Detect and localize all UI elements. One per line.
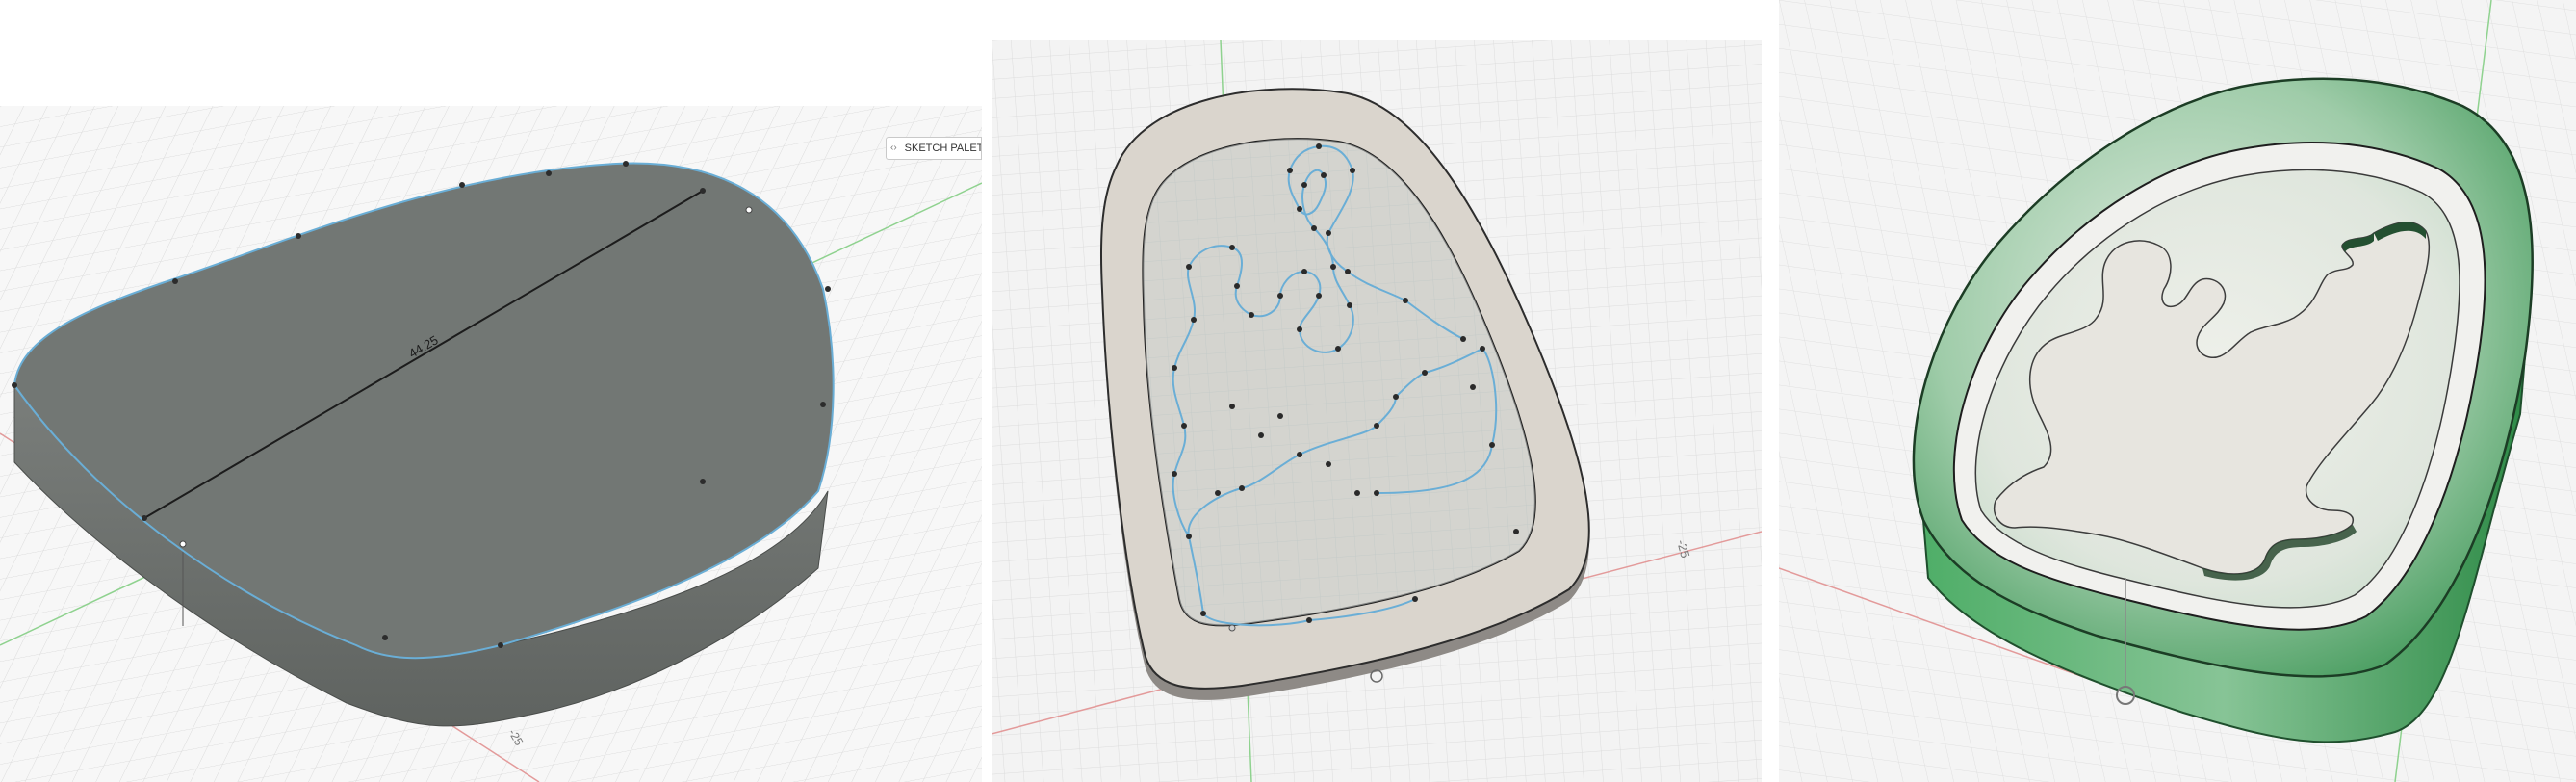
viewport-rendered-mold[interactable] (1779, 0, 2576, 782)
viewport-canvas[interactable] (1779, 0, 2576, 782)
sketch-point (12, 382, 17, 388)
collapse-arrows-icon[interactable]: ‹› (890, 138, 897, 159)
sketch-point (179, 540, 187, 548)
sketch-point (172, 278, 178, 284)
sketch-point (459, 182, 465, 188)
sketch-point (382, 635, 388, 640)
sketch-point (546, 170, 552, 176)
sketch-point (825, 286, 831, 292)
sketch-point (745, 206, 753, 214)
sketch-point (142, 515, 147, 521)
sketch-palette-button[interactable]: ‹› SKETCH PALETTE (886, 137, 982, 160)
sketch-point (296, 233, 301, 239)
viewport-canvas[interactable]: 44.25 -25 (0, 106, 982, 782)
sketch-palette-label: SKETCH PALETTE (904, 143, 982, 154)
viewport-extruded-body[interactable]: 44.25 -25 ‹› SKETCH PALETTE (0, 106, 982, 782)
sketch-point (700, 188, 706, 194)
viewport-canvas[interactable]: -25 (992, 40, 1762, 782)
sketch-point (700, 479, 706, 484)
sketch-point (498, 642, 503, 648)
sketch-point (820, 402, 826, 407)
viewport-sketch-spline[interactable]: -25 (992, 40, 1762, 782)
sketch-point (623, 161, 629, 167)
